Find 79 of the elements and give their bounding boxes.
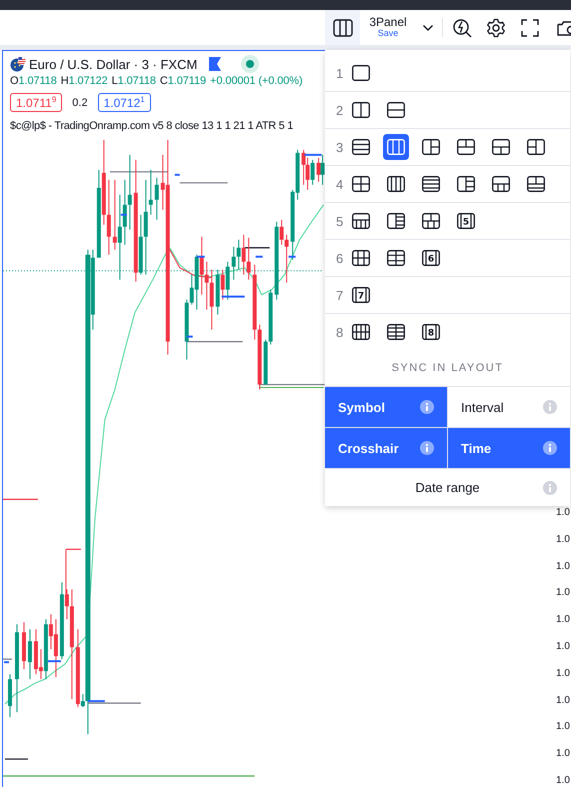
layout-option[interactable]: 8 <box>418 319 444 345</box>
level-line <box>186 341 243 342</box>
price-label: 1.0 <box>556 641 570 654</box>
marker-line <box>120 214 127 216</box>
camera-icon[interactable] <box>557 18 571 36</box>
price-label: 1.0 <box>556 614 570 626</box>
candlestick <box>28 628 32 680</box>
level-line <box>180 182 228 184</box>
panel-count: 5 <box>336 214 344 228</box>
candlestick <box>154 177 159 220</box>
ohlc-value: 1.07119 <box>168 75 206 87</box>
spread-value: 0.2 <box>72 96 88 108</box>
price-label: 1.0 <box>556 668 570 680</box>
buy-price[interactable]: 1.0712$^{1}$ <box>98 93 151 112</box>
info-icon[interactable] <box>420 400 434 414</box>
ohlc-value: 1.07122 <box>68 75 108 87</box>
ohlc-label: H <box>60 75 69 87</box>
ohlc-value: 1.07118 <box>118 75 156 87</box>
marker-line <box>304 154 322 156</box>
candlestick <box>8 674 12 718</box>
panel-count: 4 <box>336 176 344 192</box>
sync-toggle[interactable]: Date range <box>325 469 570 506</box>
ohlc-label: O <box>10 75 18 87</box>
marker-line <box>288 256 296 258</box>
panel-count: 1 <box>336 66 344 80</box>
settings-icon[interactable] <box>486 18 506 38</box>
market-status-icon <box>241 55 260 73</box>
info-icon[interactable] <box>420 441 434 455</box>
price-label: 1.0 <box>556 507 570 520</box>
price-label: 1.0 <box>556 587 570 600</box>
level-line <box>88 702 141 704</box>
lightning-search-icon[interactable] <box>452 18 472 38</box>
price-label: 1.0 <box>556 534 570 546</box>
ohlc-label: C <box>160 75 168 87</box>
marker-line <box>256 256 263 258</box>
ohlc-label: L <box>112 75 118 87</box>
level-line <box>110 171 168 172</box>
panel-count: 8 <box>336 324 344 340</box>
marker-line <box>222 296 245 298</box>
info-icon[interactable] <box>543 441 557 455</box>
price-label: 1.0 <box>556 721 570 734</box>
currency-flag-icon <box>10 56 26 72</box>
price-label: 1.0 <box>556 775 570 787</box>
flag-icon[interactable] <box>209 57 222 71</box>
indicator-title[interactable]: $c@lp$ - TradingOnramp.com v5 8 close 13 1 1 21 1 ATR 5 1 <box>10 120 294 132</box>
level-line <box>3 658 12 660</box>
marker-line <box>186 336 193 338</box>
layout-icon <box>332 18 352 36</box>
sync-toggle[interactable]: Interval <box>448 387 570 427</box>
panel-count: 6 <box>336 250 344 266</box>
sync-toggle[interactable]: Time <box>448 428 570 468</box>
panel-count: 3 <box>336 140 344 154</box>
sync-toggle[interactable]: Crosshair <box>325 428 447 468</box>
sync-toggle[interactable]: Symbol <box>325 387 447 427</box>
layout-option[interactable]: 6 <box>418 245 444 271</box>
save-link[interactable]: Save <box>378 29 398 39</box>
symbol-title[interactable]: Euro / U.S. Dollar · 3 · FXCM <box>29 56 198 72</box>
price-change: +0.00001 (+0.00%) <box>210 75 303 87</box>
marker-line <box>88 700 105 702</box>
level-line <box>3 498 38 500</box>
fullscreen-icon[interactable] <box>520 18 540 38</box>
sell-price[interactable]: 1.0711$^{9}$ <box>10 93 62 112</box>
price-label: 1.0 <box>556 748 570 760</box>
candlestick <box>22 622 26 670</box>
layout-button[interactable] <box>325 10 360 45</box>
panel-count: 7 <box>336 288 344 302</box>
section-title: SYNC IN LAYOUT <box>390 361 504 376</box>
marker-line <box>196 256 205 258</box>
panel-count: 2 <box>336 102 344 118</box>
price-label: 1.0 <box>556 694 570 707</box>
layout-option[interactable]: 5 <box>453 208 479 234</box>
marker-line <box>174 174 180 176</box>
marker-line <box>48 660 61 662</box>
layout-option[interactable]: 7 <box>348 282 374 308</box>
level-line <box>5 758 28 760</box>
ohlc-value: 1.07118 <box>18 75 57 87</box>
price-label: 1.0 <box>556 560 570 573</box>
layout-name[interactable]: 3Panel <box>369 16 407 30</box>
level-line <box>244 247 270 248</box>
